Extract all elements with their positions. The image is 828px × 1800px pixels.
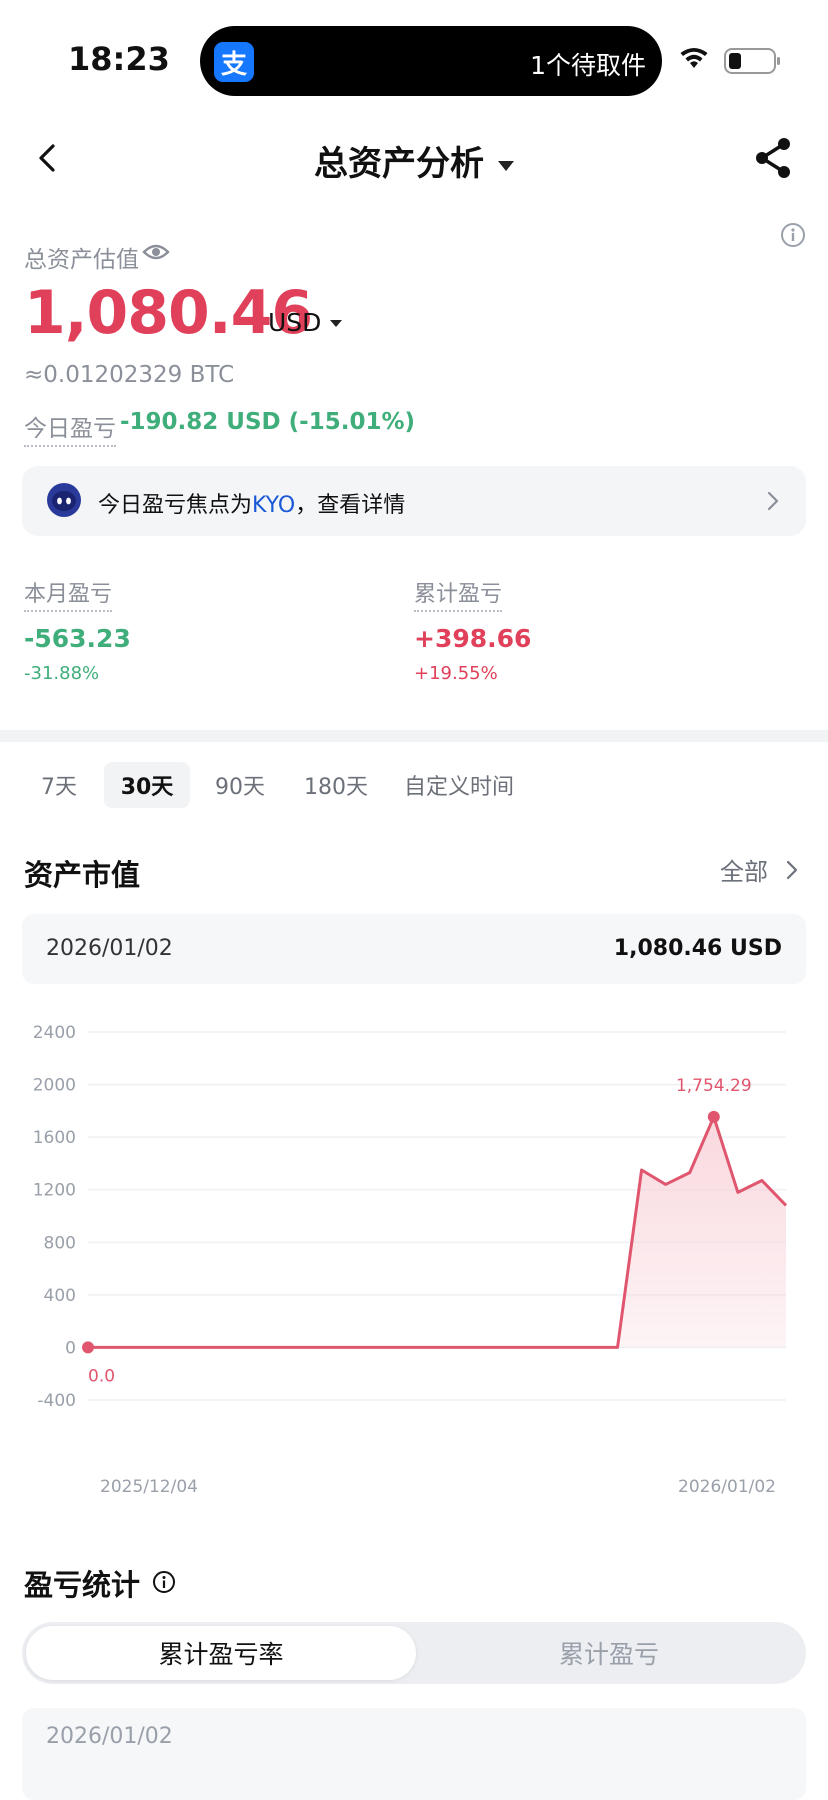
y-tick-label: 0 — [65, 1338, 76, 1358]
pnl-date: 2026/01/02 — [46, 1724, 173, 1749]
y-tick-label: 2400 — [33, 1023, 76, 1043]
series-area — [88, 1116, 786, 1348]
dropdown-caret-icon — [498, 160, 514, 171]
today-pnl-label[interactable]: 今日盈亏 — [24, 409, 116, 447]
status-time: 18:23 — [68, 40, 170, 78]
asset-value-chart[interactable]: 2400 2000 1600 1200 800 400 0 -400 0.0 1,754.29… — [0, 1000, 828, 1520]
cumulative-pnl: 累计盈亏 +398.66 +19.55% — [414, 576, 531, 684]
tab-7d[interactable]: 7天 — [22, 762, 96, 808]
month-pnl: 本月盈亏 -563.23 -31.88% — [24, 576, 131, 684]
tab-180d[interactable]: 180天 — [288, 762, 384, 808]
x-axis-end-label: 2026/01/02 — [678, 1477, 776, 1497]
eye-icon[interactable] — [142, 242, 170, 262]
y-tick-label: 800 — [44, 1233, 76, 1253]
pnl-segment-control: 累计盈亏率 累计盈亏 — [22, 1622, 806, 1684]
page-title[interactable]: 总资产分析 — [0, 136, 828, 185]
month-pnl-pct: -31.88% — [24, 663, 100, 684]
pnl-date-row: 2026/01/02 — [22, 1708, 806, 1800]
month-pnl-label[interactable]: 本月盈亏 — [24, 576, 113, 612]
cumulative-pnl-pct: +19.55% — [414, 663, 498, 684]
asset-market-value-title: 资产市值 — [24, 858, 141, 892]
today-pnl-value: -190.82 USD (-15.01%) — [120, 409, 416, 435]
min-value-label: 0.0 — [88, 1366, 115, 1386]
segment-cumulative-pnl[interactable]: 累计盈亏 — [414, 1626, 804, 1680]
y-tick-label: 1600 — [33, 1128, 76, 1148]
max-point-marker — [707, 1110, 720, 1123]
chevron-right-icon[interactable] — [786, 860, 798, 880]
total-assets-label: 总资产估值 — [24, 247, 139, 273]
x-axis-start-label: 2025/12/04 — [100, 1477, 198, 1497]
alipay-icon: 支 — [214, 42, 254, 82]
dynamic-island[interactable]: 支 1个待取件 — [200, 26, 662, 96]
battery-icon — [724, 48, 780, 74]
nav-bar: 总资产分析 — [0, 128, 828, 188]
y-tick-label: -400 — [37, 1391, 76, 1411]
y-tick-label: 400 — [44, 1286, 76, 1306]
focus-prefix: 今日盈亏焦点为 — [98, 493, 253, 518]
pnl-focus-banner[interactable]: 今日盈亏焦点为KYO，查看详情 — [22, 466, 806, 536]
currency-selector[interactable]: USD — [268, 308, 321, 337]
wifi-icon — [680, 48, 708, 68]
max-value-label: 1,754.29 — [676, 1076, 752, 1096]
pnl-stats-title: 盈亏统计 — [24, 1568, 141, 1602]
segment-cumulative-rate[interactable]: 累计盈亏率 — [26, 1626, 416, 1680]
tab-90d[interactable]: 90天 — [198, 762, 282, 808]
chevron-right-icon — [767, 491, 779, 511]
tab-30d[interactable]: 30天 — [104, 762, 190, 808]
min-point-marker — [82, 1341, 94, 1354]
btc-equivalent: ≈0.01202329 BTC — [24, 362, 235, 388]
selected-value: 1,080.46 USD — [613, 936, 782, 961]
island-pickup-text: 1个待取件 — [530, 51, 646, 80]
y-tick-label: 1200 — [33, 1181, 76, 1201]
tab-custom[interactable]: 自定义时间 — [394, 762, 524, 808]
section-divider — [0, 730, 828, 742]
selected-point-row: 2026/01/02 1,080.46 USD — [22, 914, 806, 984]
cumulative-pnl-label[interactable]: 累计盈亏 — [414, 576, 503, 612]
page-title-text: 总资产分析 — [314, 144, 484, 184]
y-axis: 2400 2000 1600 1200 800 400 0 -400 — [33, 1023, 76, 1411]
info-icon[interactable] — [780, 222, 806, 248]
selected-date: 2026/01/02 — [46, 936, 173, 961]
month-pnl-value: -563.23 — [24, 624, 131, 653]
assistant-robot-icon — [47, 483, 81, 517]
y-tick-label: 2000 — [33, 1076, 76, 1096]
focus-text: 今日盈亏焦点为KYO，查看详情 — [98, 487, 405, 519]
focus-suffix: ，查看详情 — [295, 493, 406, 518]
share-icon[interactable] — [752, 136, 796, 180]
cumulative-pnl-value: +398.66 — [414, 624, 532, 653]
focus-coin: KYO — [252, 493, 296, 518]
status-bar: 18:23 支 1个待取件 — [0, 0, 828, 120]
info-icon[interactable] — [152, 1570, 176, 1594]
all-link[interactable]: 全部 — [720, 852, 768, 887]
currency-caret-icon[interactable] — [330, 320, 342, 327]
